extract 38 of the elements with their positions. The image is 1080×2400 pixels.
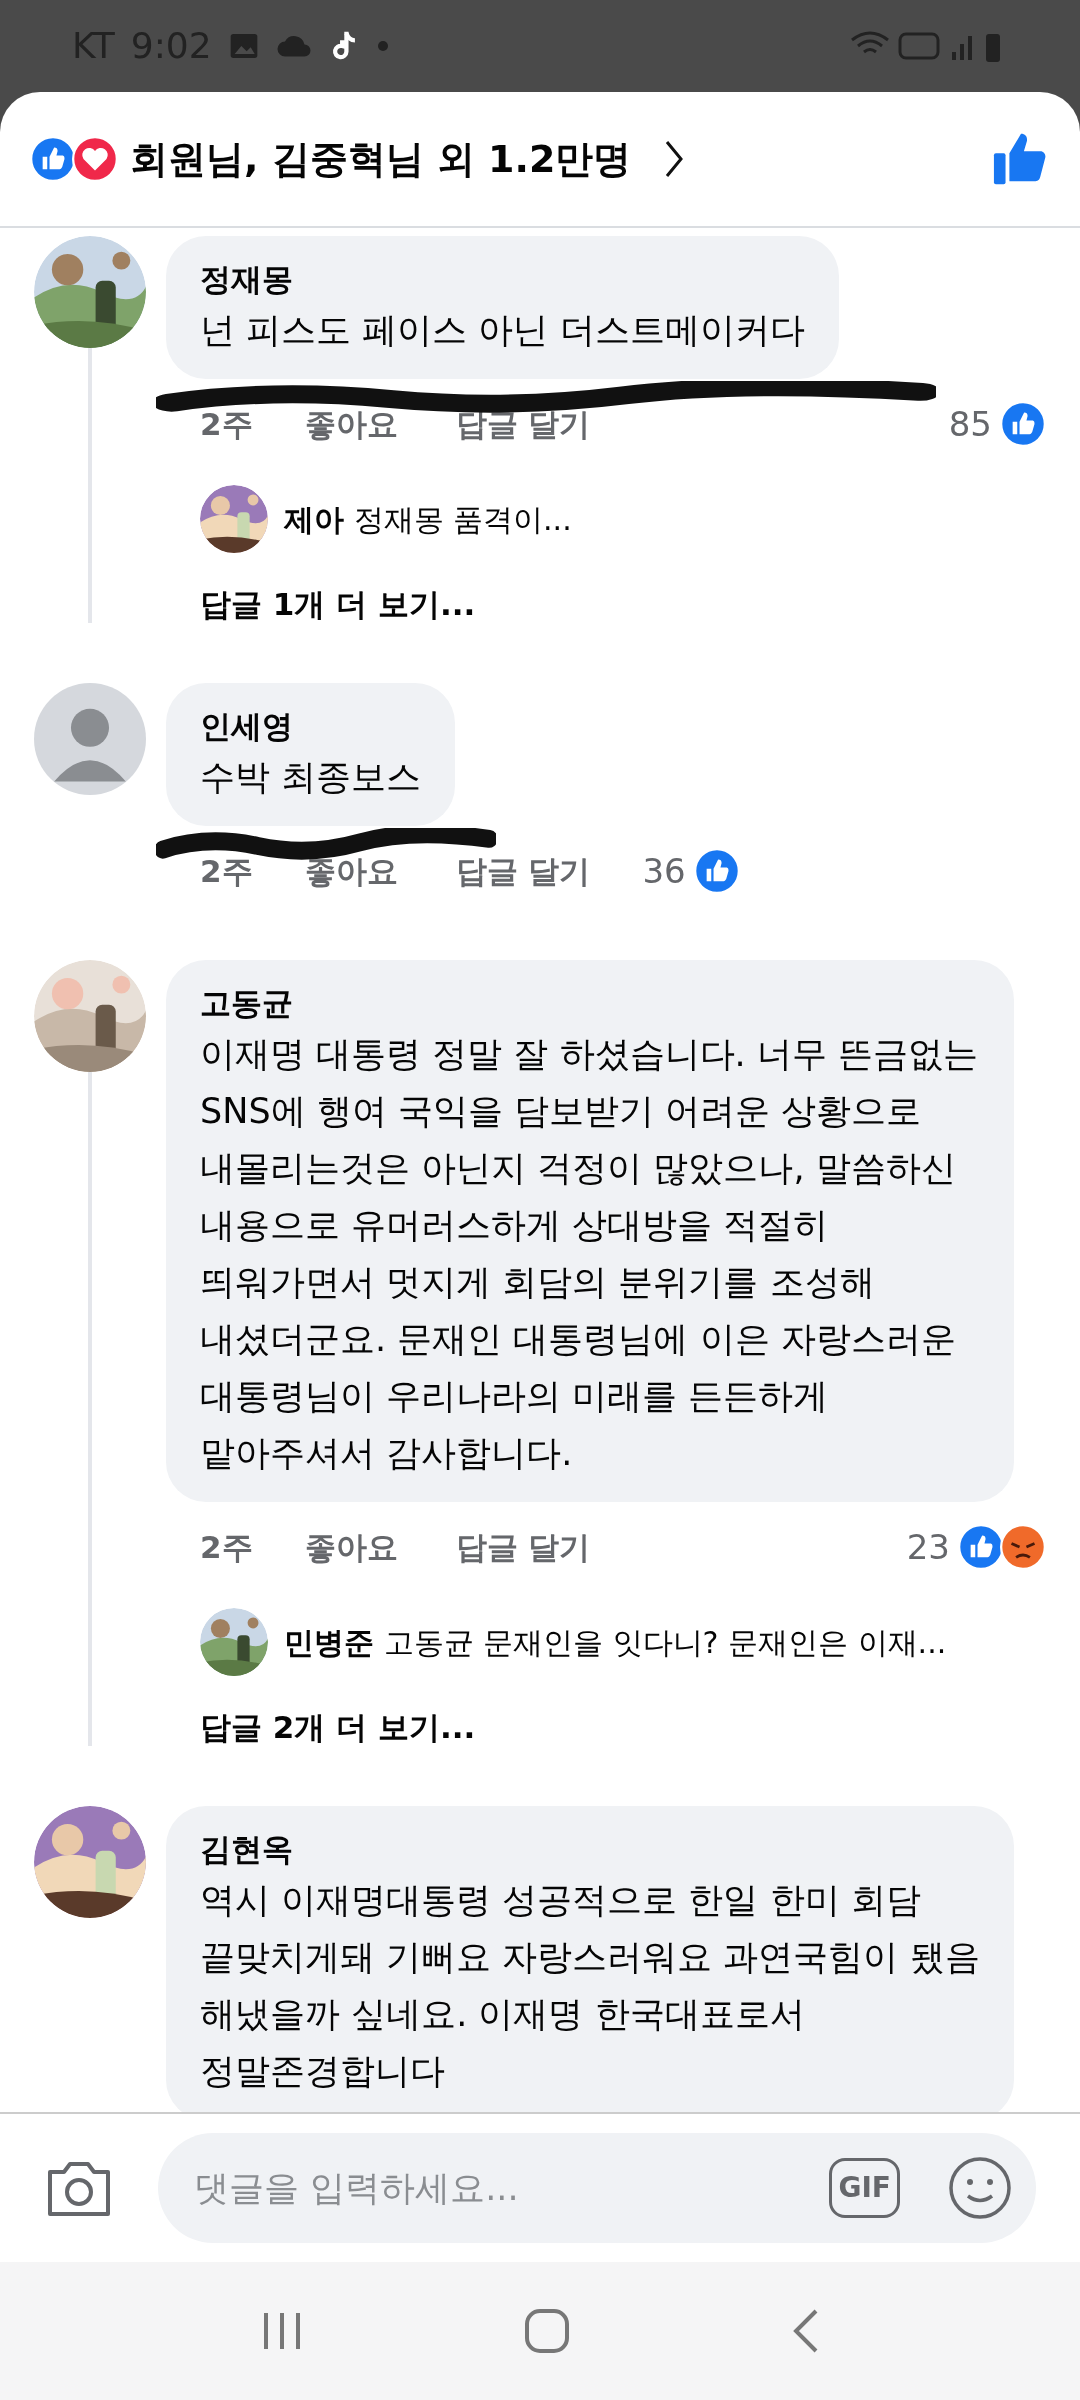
gif-button[interactable]: GIF bbox=[829, 2158, 900, 2218]
commenter-name[interactable]: 인세영 bbox=[200, 703, 422, 749]
commenter-name[interactable]: 정재몽 bbox=[200, 256, 805, 302]
comment-text: 이재명 대통령 정말 잘 하셨습니다. 너무 뜬금없는 SNS에 행여 국익을 담보받기 어려운 상황으로 내몰리는것은 아닌지 걱정이 많았으나, 말씀하신 내용으로 유머러스하게 상대방을 적절히 띄워가면서 멋지게 회담의 분위기를 조성해 내셨더군요. 문재인 대통령님에 이은 자랑스러운 대통령님이 우리나라의 미래를 든든하게 맡아주셔서 감사합니다. bbox=[200, 1033, 979, 1475]
commenter-name[interactable]: 김현옥 bbox=[200, 1826, 980, 1872]
comment-age: 2주 bbox=[200, 404, 253, 444]
comment-age: 2주 bbox=[200, 851, 253, 891]
comment-input[interactable]: 댓글을 입력하세요... GIF bbox=[158, 2133, 1036, 2243]
more-replies-link[interactable]: 답글 2개 더 보기... bbox=[166, 1692, 476, 1762]
reply-link[interactable]: 답글 달기 bbox=[455, 400, 591, 448]
like-link[interactable]: 좋아요 bbox=[304, 1523, 398, 1571]
chevron-right-icon[interactable] bbox=[663, 139, 686, 179]
like-reaction-icon bbox=[30, 136, 76, 182]
comment-age: 2주 bbox=[200, 1527, 253, 1567]
like-reaction-icon bbox=[1000, 401, 1046, 447]
like-link[interactable]: 좋아요 bbox=[304, 400, 398, 448]
reaction-count: 23 bbox=[906, 1525, 950, 1569]
reply-preview[interactable]: 민병준 고동균 문재인을 잇다니? 문재인은 이재... bbox=[284, 1619, 947, 1665]
more-replies-link[interactable]: 답글 1개 더 보기... bbox=[166, 569, 476, 639]
reaction-count: 36 bbox=[642, 849, 686, 893]
like-reaction-icon bbox=[693, 848, 740, 894]
reply-preview[interactable]: 제아 정재몽 품격이... bbox=[284, 496, 572, 542]
like-link[interactable]: 좋아요 bbox=[304, 847, 398, 895]
comment-text: 넌 피스도 페이스 아닌 더스트메이커다 bbox=[200, 309, 805, 352]
heart-reaction-icon bbox=[72, 136, 118, 182]
reaction-count: 85 bbox=[948, 402, 992, 446]
comment-text: 수박 최종보스 bbox=[200, 756, 422, 799]
dot-icon bbox=[377, 41, 388, 51]
emoji-icon[interactable] bbox=[948, 2156, 1012, 2220]
commenter-name[interactable]: 고동균 bbox=[200, 980, 980, 1026]
angry-reaction-icon bbox=[1000, 1524, 1046, 1570]
reply-link[interactable]: 답글 달기 bbox=[455, 847, 591, 895]
cloud-icon bbox=[275, 34, 312, 58]
home-icon[interactable] bbox=[523, 2307, 571, 2355]
like-reaction-icon bbox=[958, 1524, 1004, 1570]
comment-text: 역시 이재명대통령 성공적으로 한일 한미 회담 끝맞치게돼 기뻐요 자랑스러워요 과연국힘이 됐음 해냈을까 싶네요. 이재명 한국대표로서 정말존경합니다 bbox=[200, 1879, 980, 2093]
reactions-summary[interactable]: 회원님, 김중혁님 외 1.2만명 bbox=[130, 130, 632, 188]
reply-link[interactable]: 답글 달기 bbox=[455, 1523, 591, 1571]
